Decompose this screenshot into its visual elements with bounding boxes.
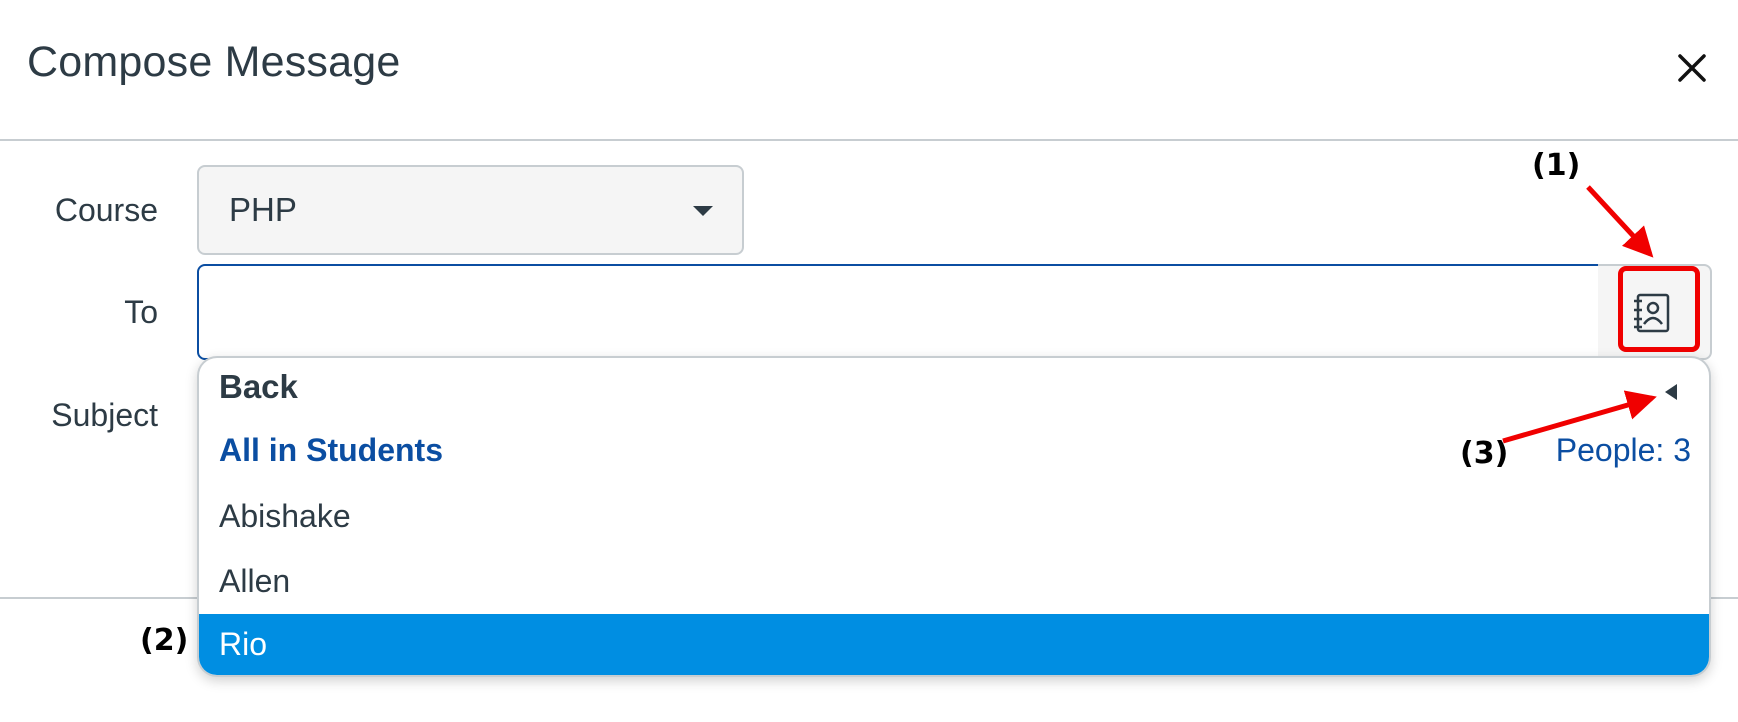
- people-count[interactable]: People: 3: [1556, 432, 1691, 469]
- dialog-title: Compose Message: [27, 38, 401, 86]
- dropdown-back-item[interactable]: Back: [219, 368, 298, 406]
- callout-2: (2): [140, 623, 189, 658]
- subject-label: Subject: [51, 397, 158, 433]
- recipient-dropdown: Back All in Students People: 3 Abishake …: [197, 356, 1711, 677]
- callout-1: (1): [1532, 148, 1581, 183]
- arrow-1: [1586, 185, 1654, 258]
- list-item-selected[interactable]: Rio: [199, 614, 1709, 675]
- close-icon: [1678, 54, 1706, 82]
- close-button[interactable]: [1672, 48, 1712, 88]
- list-item[interactable]: Allen: [219, 563, 290, 600]
- list-item-label: Rio: [219, 626, 268, 662]
- to-input[interactable]: [197, 264, 1600, 360]
- course-label: Course: [54, 192, 158, 228]
- address-book-highlight: [1618, 266, 1700, 352]
- chevron-down-icon: [693, 206, 713, 216]
- course-select[interactable]: PHP: [197, 165, 744, 255]
- dropdown-all-in-students[interactable]: All in Students: [219, 432, 443, 469]
- list-item[interactable]: Abishake: [219, 498, 351, 535]
- header-divider: [0, 139, 1738, 141]
- callout-3: (3): [1460, 436, 1509, 471]
- to-label: To: [124, 294, 158, 330]
- back-arrow-icon[interactable]: [1665, 384, 1677, 400]
- course-select-value: PHP: [229, 191, 297, 228]
